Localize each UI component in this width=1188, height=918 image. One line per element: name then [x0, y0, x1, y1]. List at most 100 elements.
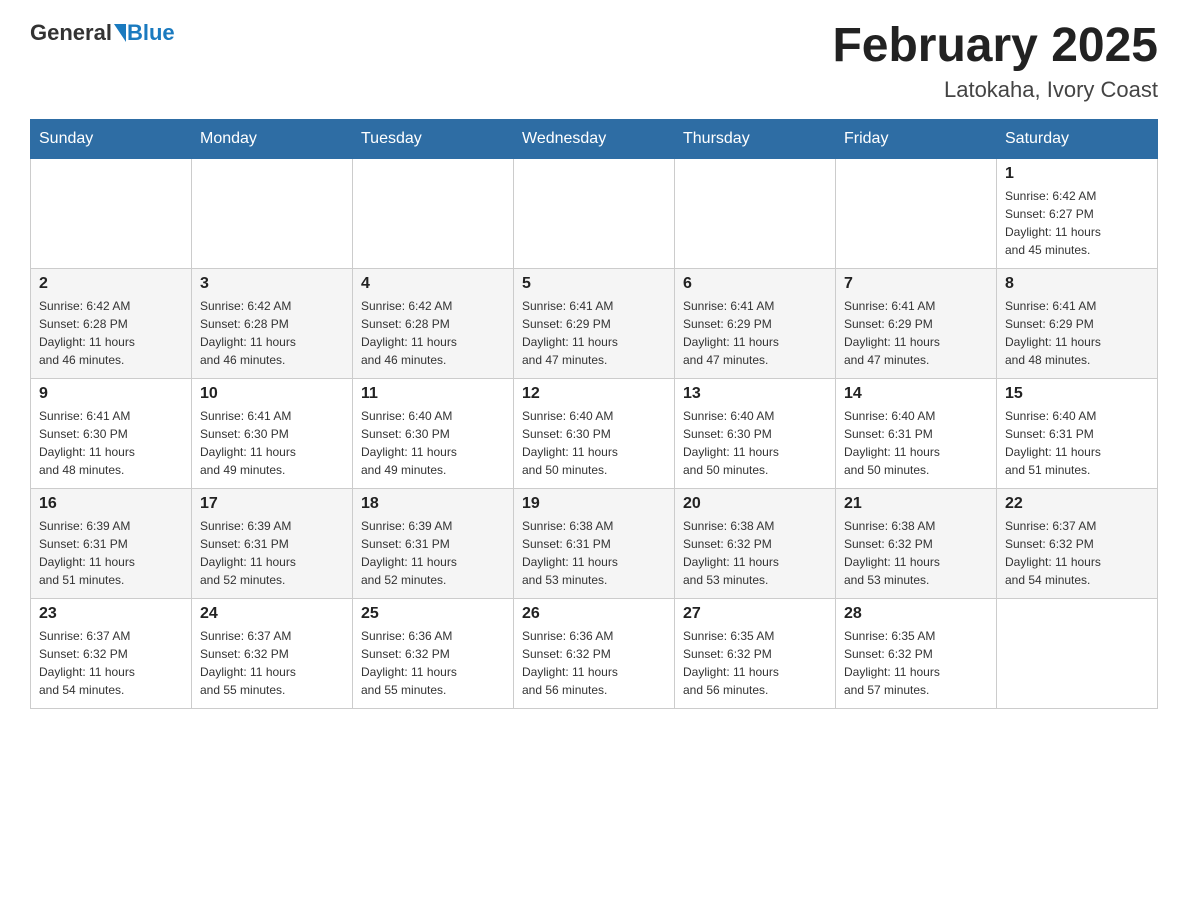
weekday-header-friday: Friday — [836, 119, 997, 158]
day-number: 1 — [1005, 165, 1149, 183]
logo: General Blue — [30, 20, 175, 46]
calendar-cell: 4Sunrise: 6:42 AM Sunset: 6:28 PM Daylig… — [353, 268, 514, 378]
day-number: 27 — [683, 605, 827, 623]
calendar-cell — [997, 598, 1158, 708]
calendar-cell: 12 Sunrise: 6:40 AM Sunset: 6:30 PM Dayli… — [514, 378, 675, 488]
day-info: Sunrise: 6:38 AM Sunset: 6:31 PM Dayligh… — [522, 517, 666, 589]
calendar-cell — [353, 158, 514, 268]
logo-blue-part: Blue — [112, 20, 175, 46]
day-number: 12 — [522, 385, 666, 403]
calendar-cell: 8 Sunrise: 6:41 AM Sunset: 6:29 PM Daylig… — [997, 268, 1158, 378]
day-number: 3 — [200, 275, 344, 293]
calendar-cell — [836, 158, 997, 268]
day-number: 5 — [522, 275, 666, 293]
day-number: 24 — [200, 605, 344, 623]
day-info: Sunrise: 6:37 AM Sunset: 6:32 PM Dayligh… — [39, 627, 183, 699]
calendar-cell: 21 Sunrise: 6:38 AM Sunset: 6:32 PM Dayli… — [836, 488, 997, 598]
calendar-cell: 19 Sunrise: 6:38 AM Sunset: 6:31 PM Dayli… — [514, 488, 675, 598]
day-info: Sunrise: 6:41 AM Sunset: 6:29 PM Dayligh… — [1005, 297, 1149, 369]
day-info: Sunrise: 6:35 AM Sunset: 6:32 PM Dayligh… — [683, 627, 827, 699]
logo-general-text: General — [30, 20, 112, 46]
day-number: 20 — [683, 495, 827, 513]
day-info: Sunrise: 6:37 AM Sunset: 6:32 PM Dayligh… — [200, 627, 344, 699]
calendar-cell: 9Sunrise: 6:41 AM Sunset: 6:30 PM Daylig… — [31, 378, 192, 488]
day-info: Sunrise: 6:42 AM Sunset: 6:28 PM Dayligh… — [39, 297, 183, 369]
day-info: Sunrise: 6:40 AM Sunset: 6:30 PM Dayligh… — [522, 407, 666, 479]
title-area: February 2025 Latokaha, Ivory Coast — [832, 20, 1158, 103]
day-info: Sunrise: 6:40 AM Sunset: 6:30 PM Dayligh… — [361, 407, 505, 479]
calendar-cell — [192, 158, 353, 268]
calendar-table: SundayMondayTuesdayWednesdayThursdayFrid… — [30, 119, 1158, 709]
weekday-header-saturday: Saturday — [997, 119, 1158, 158]
day-info: Sunrise: 6:41 AM Sunset: 6:29 PM Dayligh… — [844, 297, 988, 369]
weekday-header-sunday: Sunday — [31, 119, 192, 158]
day-info: Sunrise: 6:42 AM Sunset: 6:27 PM Dayligh… — [1005, 187, 1149, 259]
calendar-cell: 23 Sunrise: 6:37 AM Sunset: 6:32 PM Dayli… — [31, 598, 192, 708]
header: General Blue February 2025 Latokaha, Ivo… — [30, 20, 1158, 103]
day-number: 10 — [200, 385, 344, 403]
day-number: 18 — [361, 495, 505, 513]
day-number: 8 — [1005, 275, 1149, 293]
day-info: Sunrise: 6:38 AM Sunset: 6:32 PM Dayligh… — [844, 517, 988, 589]
day-info: Sunrise: 6:40 AM Sunset: 6:31 PM Dayligh… — [844, 407, 988, 479]
day-number: 14 — [844, 385, 988, 403]
day-info: Sunrise: 6:36 AM Sunset: 6:32 PM Dayligh… — [361, 627, 505, 699]
calendar-cell: 16Sunrise: 6:39 AM Sunset: 6:31 PM Dayli… — [31, 488, 192, 598]
calendar-cell — [514, 158, 675, 268]
month-title: February 2025 — [832, 20, 1158, 73]
day-number: 11 — [361, 385, 505, 403]
day-number: 6 — [683, 275, 827, 293]
logo-triangle-icon — [114, 24, 126, 42]
day-number: 21 — [844, 495, 988, 513]
day-info: Sunrise: 6:42 AM Sunset: 6:28 PM Dayligh… — [200, 297, 344, 369]
weekday-header-wednesday: Wednesday — [514, 119, 675, 158]
calendar-week-row: 23 Sunrise: 6:37 AM Sunset: 6:32 PM Dayli… — [31, 598, 1158, 708]
day-info: Sunrise: 6:39 AM Sunset: 6:31 PM Dayligh… — [200, 517, 344, 589]
calendar-cell: 22 Sunrise: 6:37 AM Sunset: 6:32 PM Dayli… — [997, 488, 1158, 598]
day-number: 22 — [1005, 495, 1149, 513]
calendar-cell: 26 Sunrise: 6:36 AM Sunset: 6:32 PM Dayli… — [514, 598, 675, 708]
weekday-header-row: SundayMondayTuesdayWednesdayThursdayFrid… — [31, 119, 1158, 158]
day-number: 2 — [39, 275, 183, 293]
calendar-cell: 18 Sunrise: 6:39 AM Sunset: 6:31 PM Dayli… — [353, 488, 514, 598]
weekday-header-thursday: Thursday — [675, 119, 836, 158]
day-number: 7 — [844, 275, 988, 293]
day-info: Sunrise: 6:42 AM Sunset: 6:28 PM Dayligh… — [361, 297, 505, 369]
day-info: Sunrise: 6:39 AM Sunset: 6:31 PM Dayligh… — [39, 517, 183, 589]
calendar-cell: 20 Sunrise: 6:38 AM Sunset: 6:32 PM Dayli… — [675, 488, 836, 598]
day-number: 23 — [39, 605, 183, 623]
calendar-cell: 6Sunrise: 6:41 AM Sunset: 6:29 PM Daylig… — [675, 268, 836, 378]
calendar-cell: 2 Sunrise: 6:42 AM Sunset: 6:28 PM Daylig… — [31, 268, 192, 378]
weekday-header-monday: Monday — [192, 119, 353, 158]
calendar-cell: 11 Sunrise: 6:40 AM Sunset: 6:30 PM Dayli… — [353, 378, 514, 488]
calendar-week-row: 2 Sunrise: 6:42 AM Sunset: 6:28 PM Daylig… — [31, 268, 1158, 378]
calendar-cell: 27 Sunrise: 6:35 AM Sunset: 6:32 PM Dayli… — [675, 598, 836, 708]
calendar-cell: 5Sunrise: 6:41 AM Sunset: 6:29 PM Daylig… — [514, 268, 675, 378]
calendar-cell: 7 Sunrise: 6:41 AM Sunset: 6:29 PM Daylig… — [836, 268, 997, 378]
day-info: Sunrise: 6:37 AM Sunset: 6:32 PM Dayligh… — [1005, 517, 1149, 589]
day-number: 26 — [522, 605, 666, 623]
calendar-cell — [675, 158, 836, 268]
day-number: 25 — [361, 605, 505, 623]
calendar-cell: 14 Sunrise: 6:40 AM Sunset: 6:31 PM Dayli… — [836, 378, 997, 488]
calendar-week-row: 1 Sunrise: 6:42 AM Sunset: 6:27 PM Daylig… — [31, 158, 1158, 268]
calendar-cell: 1 Sunrise: 6:42 AM Sunset: 6:27 PM Daylig… — [997, 158, 1158, 268]
calendar-cell: 28Sunrise: 6:35 AM Sunset: 6:32 PM Dayli… — [836, 598, 997, 708]
day-number: 9 — [39, 385, 183, 403]
day-info: Sunrise: 6:36 AM Sunset: 6:32 PM Dayligh… — [522, 627, 666, 699]
day-number: 13 — [683, 385, 827, 403]
day-info: Sunrise: 6:41 AM Sunset: 6:30 PM Dayligh… — [200, 407, 344, 479]
calendar-cell: 3 Sunrise: 6:42 AM Sunset: 6:28 PM Daylig… — [192, 268, 353, 378]
calendar-cell: 24 Sunrise: 6:37 AM Sunset: 6:32 PM Dayli… — [192, 598, 353, 708]
day-info: Sunrise: 6:35 AM Sunset: 6:32 PM Dayligh… — [844, 627, 988, 699]
calendar-week-row: 9 Sunrise: 6:41 AM Sunset: 6:30 PM Daylig… — [31, 378, 1158, 488]
day-number: 19 — [522, 495, 666, 513]
calendar-cell: 10 Sunrise: 6:41 AM Sunset: 6:30 PM Dayli… — [192, 378, 353, 488]
day-info: Sunrise: 6:39 AM Sunset: 6:31 PM Dayligh… — [361, 517, 505, 589]
day-number: 17 — [200, 495, 344, 513]
calendar-week-row: 16Sunrise: 6:39 AM Sunset: 6:31 PM Dayli… — [31, 488, 1158, 598]
calendar-cell: 13 Sunrise: 6:40 AM Sunset: 6:30 PM Dayli… — [675, 378, 836, 488]
calendar-cell: 15Sunrise: 6:40 AM Sunset: 6:31 PM Dayli… — [997, 378, 1158, 488]
day-info: Sunrise: 6:40 AM Sunset: 6:30 PM Dayligh… — [683, 407, 827, 479]
day-info: Sunrise: 6:38 AM Sunset: 6:32 PM Dayligh… — [683, 517, 827, 589]
